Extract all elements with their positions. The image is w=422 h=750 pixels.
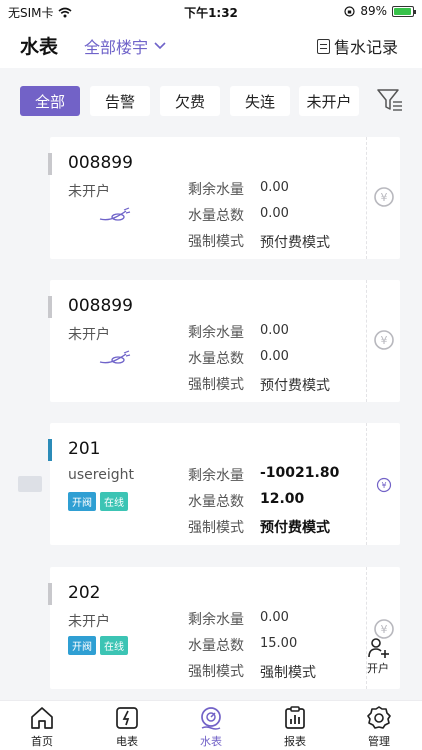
filter-icon[interactable] [377, 88, 403, 112]
mode-value: 预付费模式 [260, 520, 330, 536]
total-value: 0.00 [260, 349, 289, 364]
water-meter-icon [201, 707, 221, 730]
nav-water-label: 水表 [200, 735, 222, 748]
battery-percent: 89% [360, 4, 387, 18]
remaining-value: 0.00 [260, 323, 289, 338]
total-label: 水量总数 [188, 208, 244, 224]
open-account-button[interactable]: 开户 [364, 636, 392, 676]
status-bar: 无SIM卡 下午1:32 89% [0, 0, 422, 22]
report-icon [285, 706, 305, 729]
svg-text:¥: ¥ [381, 334, 388, 347]
orientation-lock-icon [344, 5, 355, 17]
side-handle [18, 476, 42, 492]
mode-value: 预付费模式 [260, 378, 330, 394]
remaining-label: 剩余水量 [188, 182, 244, 198]
header: 水表 全部楼宇 售水记录 [0, 22, 422, 68]
nav-manage-label: 管理 [368, 735, 390, 748]
nav-manage[interactable]: 管理 [349, 705, 409, 749]
status-badges: 开阀 在线 [68, 492, 128, 511]
mode-label: 强制模式 [188, 664, 244, 680]
card-divider [366, 423, 367, 545]
total-value: 0.00 [260, 206, 289, 221]
card-accent [48, 296, 52, 318]
gear-icon [367, 706, 391, 729]
page-title: 水表 [20, 36, 59, 58]
total-value: 15.00 [260, 636, 298, 651]
recharge-icon[interactable]: ¥ [376, 477, 392, 493]
filter-tabs: 全部 告警 欠费 失连 未开户 [0, 68, 422, 130]
meter-card[interactable]: 202 未开户 开阀 在线 剩余水量 0.00 水量总数 15.00 强制模式 … [48, 567, 400, 689]
home-icon [31, 707, 53, 729]
nav-report[interactable]: 报表 [265, 705, 325, 749]
meter-number: 008899 [68, 296, 133, 316]
mode-label: 强制模式 [188, 520, 244, 536]
status-badges: 开阀 在线 [68, 636, 128, 655]
tab-arrears[interactable]: 欠费 [160, 86, 220, 116]
tab-alarm[interactable]: 告警 [90, 86, 150, 116]
tab-not-opened[interactable]: 未开户 [299, 86, 359, 116]
sales-records-label: 售水记录 [333, 38, 398, 57]
meter-card[interactable]: 201 usereight 开阀 在线 剩余水量 -10021.80 水量总数 … [48, 423, 400, 545]
tab-all[interactable]: 全部 [20, 86, 80, 116]
total-label: 水量总数 [188, 638, 244, 654]
remaining-value: -10021.80 [260, 465, 340, 481]
total-label: 水量总数 [188, 494, 244, 510]
nav-report-label: 报表 [284, 735, 306, 748]
remaining-value: 0.00 [260, 610, 289, 625]
chevron-down-icon [154, 42, 166, 50]
nav-electric-meter[interactable]: 电表 [97, 705, 157, 749]
meter-user: 未开户 [68, 614, 110, 630]
building-label: 全部楼宇 [84, 38, 149, 57]
svg-text:¥: ¥ [381, 623, 388, 636]
meter-card[interactable]: 008899 未开户 剩余水量 0.00 水量总数 0.00 强制模式 预付费模… [48, 137, 400, 259]
bottom-nav: 首页 电表 水表 报表 管理 [0, 700, 422, 750]
meter-number: 202 [68, 583, 101, 603]
remaining-label: 剩余水量 [188, 325, 244, 341]
meter-user: 未开户 [68, 184, 110, 200]
card-divider [366, 137, 367, 259]
remaining-label: 剩余水量 [188, 468, 244, 484]
recharge-icon[interactable]: ¥ [372, 185, 396, 209]
recharge-icon[interactable]: ¥ [372, 328, 396, 352]
meter-card[interactable]: 008899 未开户 剩余水量 0.00 水量总数 0.00 强制模式 预付费模… [48, 280, 400, 402]
card-divider [366, 280, 367, 402]
nav-electric-label: 电表 [116, 735, 138, 748]
svg-text:¥: ¥ [381, 481, 386, 490]
card-accent [48, 439, 52, 461]
mode-label: 强制模式 [188, 377, 244, 393]
mode-value: 强制模式 [260, 665, 316, 681]
online-badge: 在线 [100, 636, 128, 655]
remaining-value: 0.00 [260, 180, 289, 195]
total-value: 12.00 [260, 491, 305, 507]
valve-open-badge: 开阀 [68, 492, 96, 511]
meter-user: 未开户 [68, 327, 110, 343]
meter-user: usereight [68, 467, 134, 483]
open-account-label: 开户 [367, 662, 389, 675]
document-icon [316, 38, 330, 54]
card-accent [48, 153, 52, 175]
nav-home-label: 首页 [31, 735, 53, 748]
valve-open-badge: 开阀 [68, 636, 96, 655]
meter-number: 201 [68, 439, 101, 459]
svg-text:¥: ¥ [381, 191, 388, 204]
nav-home[interactable]: 首页 [12, 705, 72, 749]
mode-value: 预付费模式 [260, 235, 330, 251]
card-accent [48, 583, 52, 605]
electric-meter-icon [116, 707, 138, 729]
total-label: 水量总数 [188, 351, 244, 367]
battery-icon [392, 5, 416, 17]
building-selector[interactable]: 全部楼宇 [84, 34, 166, 58]
sales-records-button[interactable]: 售水记录 [316, 34, 398, 58]
status-right: 89% [344, 4, 416, 18]
meter-number: 008899 [68, 153, 133, 173]
nav-water-meter[interactable]: 水表 [181, 705, 241, 749]
remaining-label: 剩余水量 [188, 612, 244, 628]
empty-pipe-icon [99, 350, 131, 364]
empty-pipe-icon [99, 207, 131, 221]
add-user-icon [368, 638, 389, 658]
mode-label: 强制模式 [188, 234, 244, 250]
tab-disconnected[interactable]: 失连 [230, 86, 290, 116]
online-badge: 在线 [100, 492, 128, 511]
